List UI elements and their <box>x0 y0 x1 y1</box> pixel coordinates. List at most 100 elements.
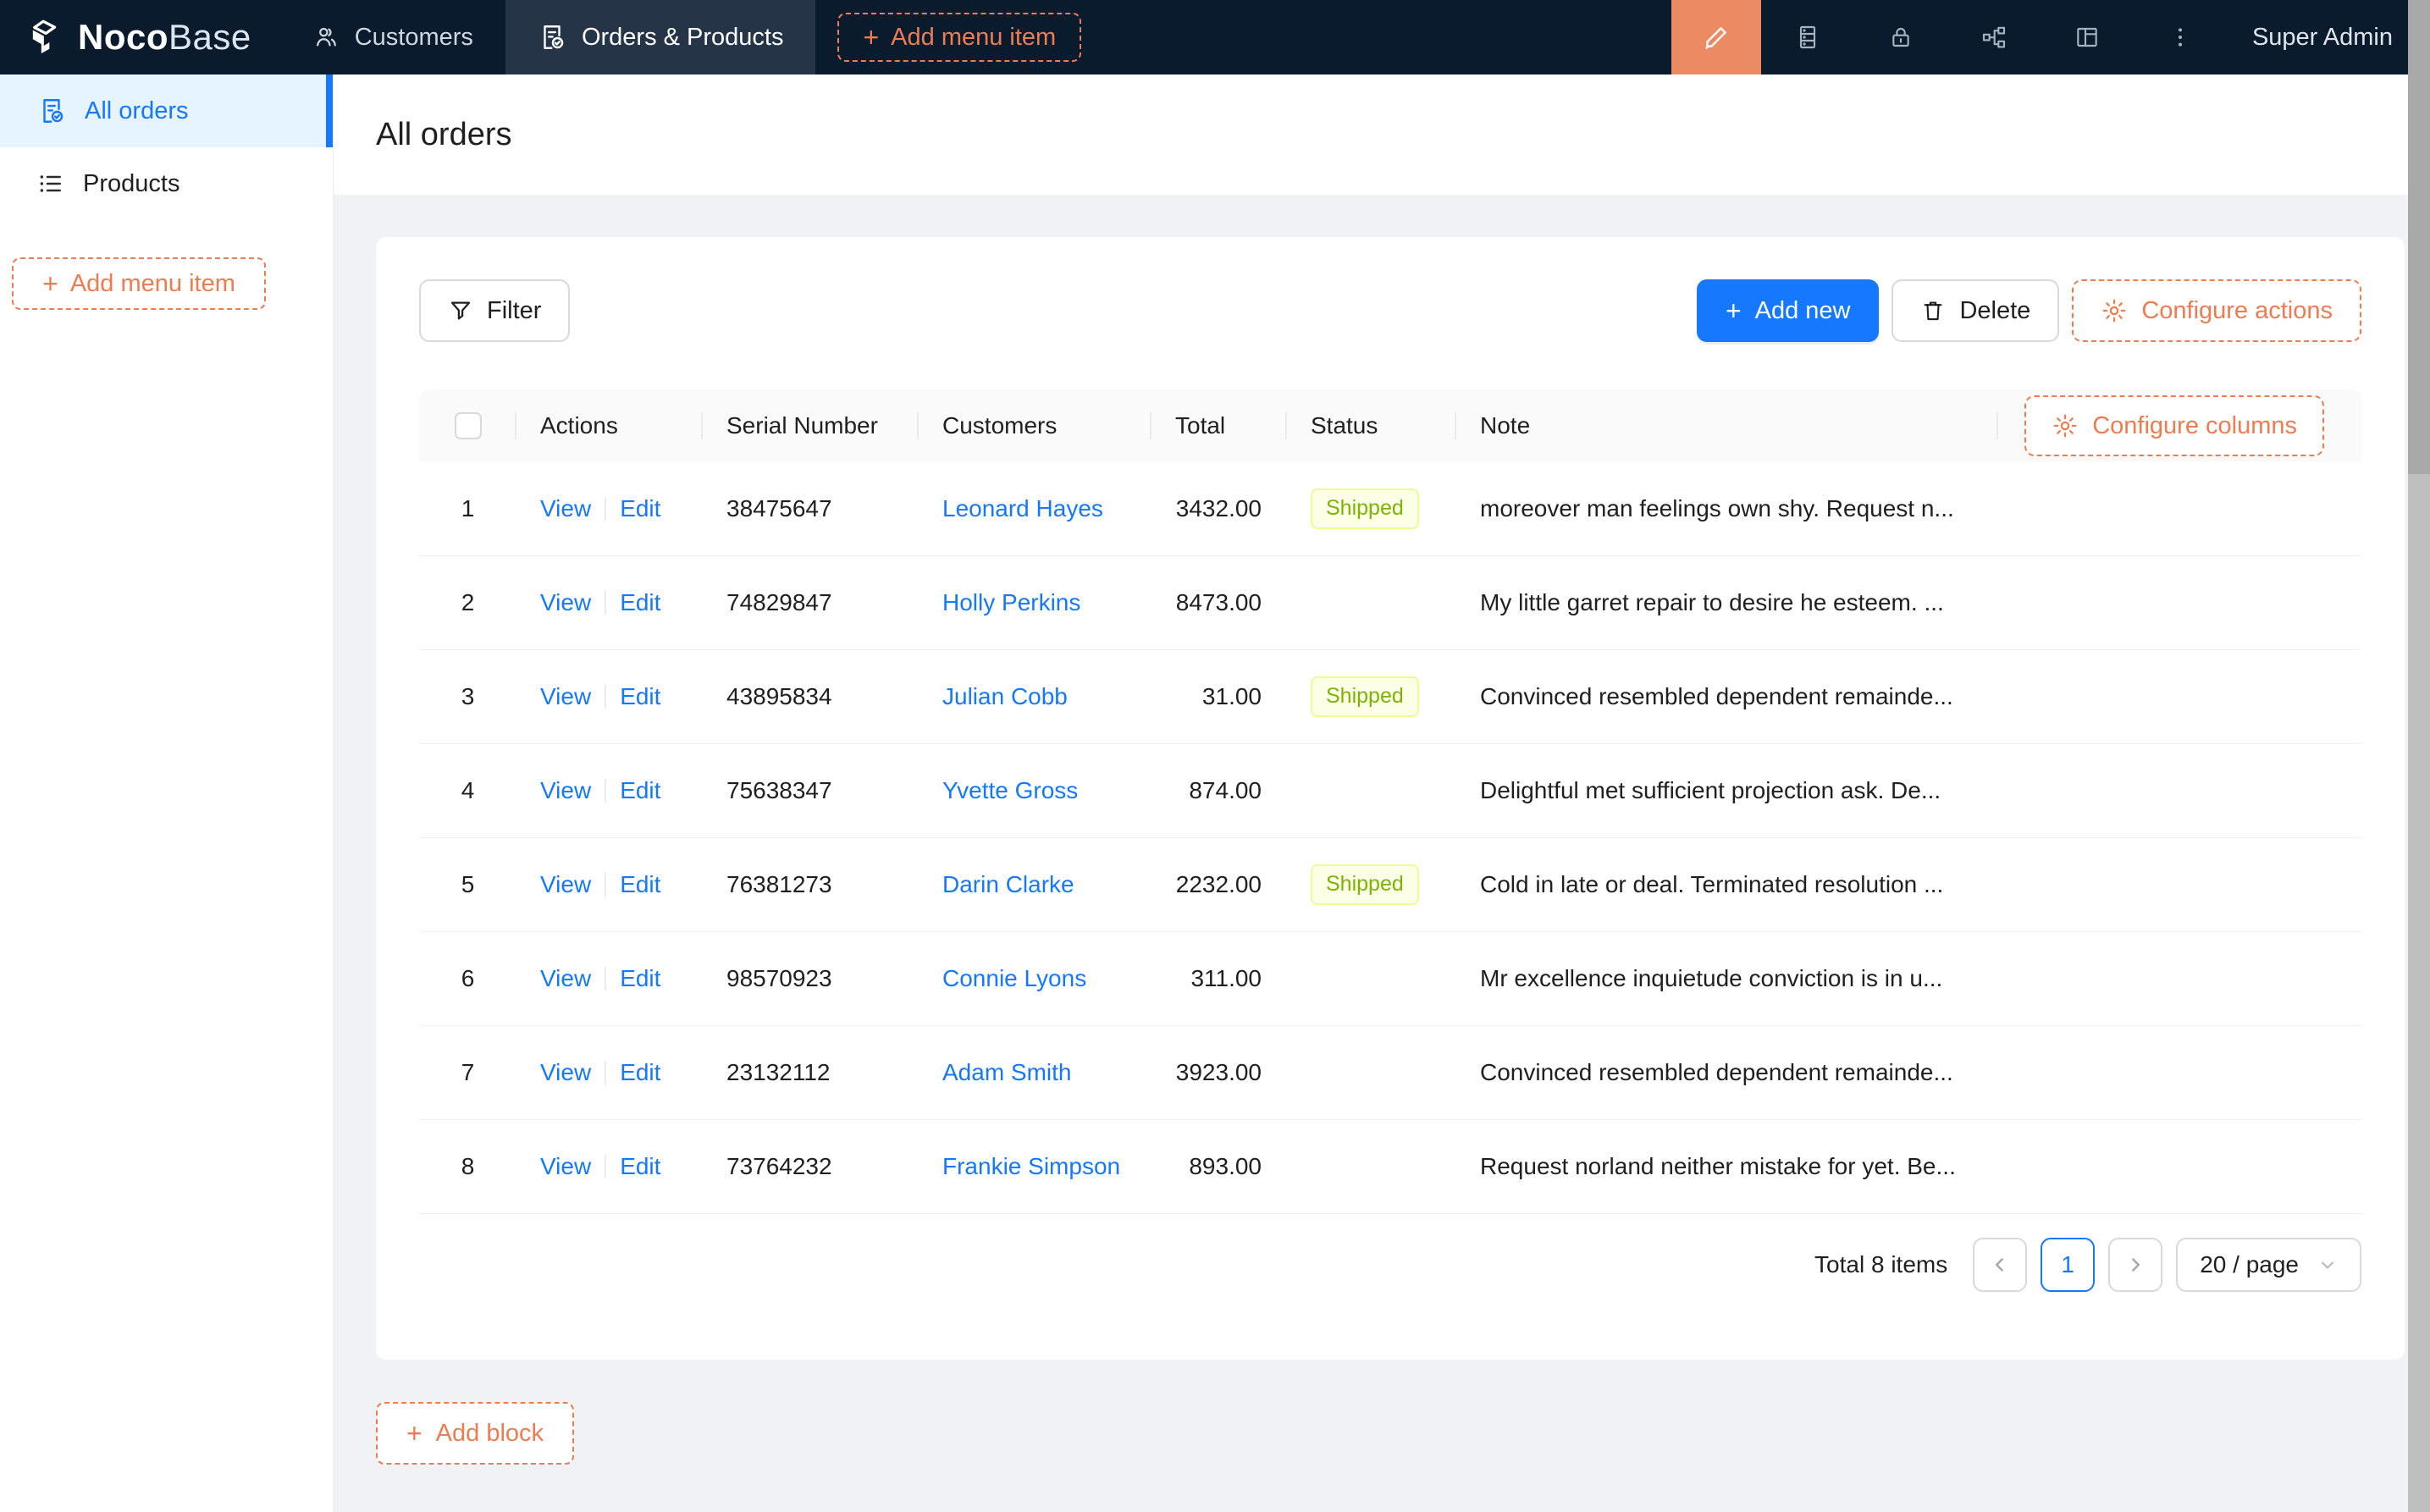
table-row: 1 View Edit 38475647 Leonard Hayes 3432.… <box>419 462 2361 556</box>
row-index: 1 <box>419 495 516 522</box>
customer-link[interactable]: Leonard Hayes <box>942 495 1103 521</box>
column-header-status[interactable]: Status <box>1287 389 1456 462</box>
tab-customers-label: Customers <box>355 24 473 52</box>
previous-page-button[interactable] <box>1973 1238 2027 1292</box>
configure-actions-button[interactable]: Configure actions <box>2072 279 2361 342</box>
edit-link[interactable]: Edit <box>620 871 660 898</box>
tab-customers[interactable]: Customers <box>280 0 505 74</box>
customer-link[interactable]: Yvette Gross <box>942 777 1078 803</box>
chevron-left-icon <box>1989 1254 2011 1276</box>
edit-link[interactable]: Edit <box>620 495 660 522</box>
nav-add-menu-item-button[interactable]: + Add menu item <box>837 13 1081 62</box>
ui-editor-button[interactable] <box>1671 0 1761 74</box>
configure-columns-label: Configure columns <box>2092 412 2297 440</box>
view-link[interactable]: View <box>540 965 591 992</box>
edit-link[interactable]: Edit <box>620 1059 660 1086</box>
view-link[interactable]: View <box>540 495 591 522</box>
row-index: 5 <box>419 871 516 898</box>
page-number-button[interactable]: 1 <box>2041 1238 2095 1292</box>
file-done-icon <box>37 97 66 125</box>
edit-link[interactable]: Edit <box>620 1153 660 1180</box>
serial-number-cell: 38475647 <box>703 495 919 522</box>
page-size-select[interactable]: 20 / page <box>2176 1238 2361 1292</box>
trash-icon <box>1920 298 1946 323</box>
sidebar-add-menu-item-button[interactable]: + Add menu item <box>12 257 266 310</box>
column-header-customers[interactable]: Customers <box>919 389 1151 462</box>
table-row: 5 View Edit 76381273 Darin Clarke 2232.0… <box>419 838 2361 932</box>
select-all-checkbox[interactable] <box>455 412 482 439</box>
top-nav: NocoBase Customers Orders & Products + A… <box>0 0 2430 74</box>
sidebar-item-products[interactable]: Products <box>0 147 333 220</box>
status-badge: Shipped <box>1311 676 1419 717</box>
serial-number-cell: 73764232 <box>703 1153 919 1180</box>
filter-button[interactable]: Filter <box>419 279 570 342</box>
next-page-button[interactable] <box>2108 1238 2162 1292</box>
serial-number-cell: 76381273 <box>703 871 919 898</box>
list-icon <box>37 170 64 197</box>
view-link[interactable]: View <box>540 589 591 616</box>
layout-icon <box>2074 24 2101 51</box>
sidebar-item-all-orders[interactable]: All orders <box>0 74 333 147</box>
column-header-serial-number[interactable]: Serial Number <box>703 389 919 462</box>
link-divider <box>605 1155 606 1178</box>
permissions-button[interactable] <box>1854 0 1947 74</box>
more-button[interactable] <box>2134 0 2227 74</box>
column-header-total[interactable]: Total <box>1151 389 1287 462</box>
edit-link[interactable]: Edit <box>620 965 660 992</box>
nocobase-logo[interactable]: NocoBase <box>0 0 280 74</box>
nav-right-cluster: Super Admin <box>1671 0 2430 74</box>
view-link[interactable]: View <box>540 1059 591 1086</box>
total-cell: 311.00 <box>1151 965 1287 992</box>
chevron-right-icon <box>2124 1254 2146 1276</box>
plus-icon: + <box>863 24 879 51</box>
edit-link[interactable]: Edit <box>620 589 660 616</box>
link-divider <box>605 497 606 521</box>
total-cell: 3432.00 <box>1151 495 1287 522</box>
file-done-icon <box>538 23 566 52</box>
orders-table-block: Filter + Add new <box>376 237 2405 1360</box>
nocobase-logo-icon <box>25 18 64 57</box>
configure-columns-button[interactable]: Configure columns <box>2024 395 2324 456</box>
edit-link[interactable]: Edit <box>620 683 660 710</box>
sitemap-icon <box>1980 24 2008 51</box>
total-cell: 2232.00 <box>1151 871 1287 898</box>
column-header-note[interactable]: Note <box>1456 389 1998 462</box>
table-row: 4 View Edit 75638347 Yvette Gross 874.00… <box>419 744 2361 838</box>
collections-button[interactable] <box>1761 0 1854 74</box>
add-block-button[interactable]: + Add block <box>376 1402 574 1465</box>
view-link[interactable]: View <box>540 1153 591 1180</box>
customer-link[interactable]: Adam Smith <box>942 1059 1072 1085</box>
serial-number-cell: 74829847 <box>703 589 919 616</box>
customer-link[interactable]: Connie Lyons <box>942 965 1086 991</box>
note-cell: Convinced resembled dependent remainde..… <box>1456 683 1998 710</box>
view-link[interactable]: View <box>540 871 591 898</box>
sidebar-item-label: All orders <box>85 97 189 125</box>
column-header-actions[interactable]: Actions <box>516 389 703 462</box>
table-row: 8 View Edit 73764232 Frankie Simpson 893… <box>419 1120 2361 1214</box>
customer-link[interactable]: Darin Clarke <box>942 871 1074 897</box>
status-badge: Shipped <box>1311 864 1419 905</box>
table-row: 6 View Edit 98570923 Connie Lyons 311.00… <box>419 932 2361 1026</box>
vertical-scrollbar[interactable] <box>2408 0 2430 1512</box>
nav-add-menu-item-label: Add menu item <box>891 24 1056 52</box>
edit-link[interactable]: Edit <box>620 777 660 804</box>
view-link[interactable]: View <box>540 683 591 710</box>
pagination: Total 8 items 1 20 / page <box>419 1238 2361 1292</box>
sidebar-add-menu-item-label: Add menu item <box>70 270 235 298</box>
tab-orders-products[interactable]: Orders & Products <box>505 0 816 74</box>
view-link[interactable]: View <box>540 777 591 804</box>
customer-link[interactable]: Frankie Simpson <box>942 1153 1120 1179</box>
add-new-button[interactable]: + Add new <box>1697 279 1880 342</box>
plus-icon: + <box>42 270 58 297</box>
page-size-value: 20 / page <box>2200 1251 2299 1278</box>
user-menu[interactable]: Super Admin <box>2227 24 2430 52</box>
workflow-button[interactable] <box>1947 0 2041 74</box>
gear-icon <box>2101 297 2128 324</box>
note-cell: Request norland neither mistake for yet.… <box>1456 1153 1998 1180</box>
customer-link[interactable]: Julian Cobb <box>942 683 1068 709</box>
customer-link[interactable]: Holly Perkins <box>942 589 1080 615</box>
users-icon <box>312 24 340 51</box>
scrollbar-thumb[interactable] <box>2408 0 2430 474</box>
delete-button[interactable]: Delete <box>1892 279 2059 342</box>
layout-button[interactable] <box>2041 0 2134 74</box>
